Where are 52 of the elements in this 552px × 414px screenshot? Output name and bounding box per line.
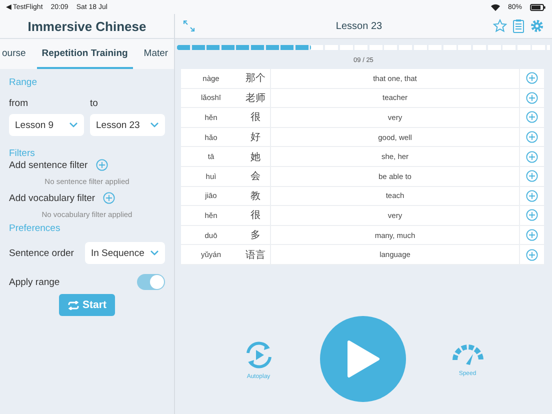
- add-icon[interactable]: [526, 209, 538, 222]
- tab[interactable]: Mater: [138, 39, 174, 69]
- field-label: Sentence order: [9, 248, 74, 258]
- add-icon[interactable]: [96, 159, 108, 171]
- hanzi-cell: 很: [241, 206, 271, 225]
- section-heading: Preferences: [9, 223, 62, 234]
- field-label: to: [90, 98, 99, 109]
- order-select[interactable]: In Sequence: [85, 242, 165, 264]
- toggle-switch[interactable]: [137, 274, 165, 290]
- hanzi-cell: 多: [241, 226, 271, 244]
- hanzi-cell: 很: [241, 108, 271, 127]
- collapse-icon[interactable]: [183, 20, 195, 32]
- hanzi-cell: 那个: [241, 69, 271, 88]
- hanzi-cell: 好: [241, 128, 271, 146]
- chevron-down-icon: [150, 250, 159, 256]
- chevron-down-icon: [69, 122, 78, 128]
- filter-label: Add sentence filter: [9, 160, 88, 170]
- lesson-title: Lesson 23: [334, 20, 384, 32]
- add-icon[interactable]: [526, 229, 538, 242]
- add-icon[interactable]: [526, 248, 538, 261]
- section-heading: Range: [9, 77, 38, 88]
- to-select[interactable]: Lesson 23: [90, 114, 165, 136]
- section-heading: Filters: [9, 148, 36, 159]
- hanzi-cell: 老师: [241, 88, 271, 108]
- add-icon[interactable]: [103, 192, 116, 204]
- hanzi-cell: 她: [241, 147, 271, 166]
- filter-label: Add vocabulary filter: [9, 192, 96, 204]
- field-label: Apply range: [9, 276, 60, 288]
- add-icon[interactable]: [526, 170, 538, 182]
- star-icon[interactable]: [493, 19, 507, 33]
- add-icon[interactable]: [526, 131, 538, 144]
- hanzi-cell: 语言: [241, 245, 271, 264]
- battery-icon: [530, 4, 546, 10]
- clipboard-icon[interactable]: [513, 19, 524, 33]
- play-icon: [346, 340, 380, 378]
- tab[interactable]: ourse: [0, 39, 31, 69]
- add-icon[interactable]: [526, 72, 538, 84]
- app-title: Immersive Chinese: [28, 18, 146, 34]
- repeat-icon: [68, 300, 79, 310]
- wifi-icon: [490, 4, 500, 10]
- hanzi-cell: 会: [241, 166, 271, 186]
- settings-icon[interactable]: [530, 19, 544, 33]
- chevron-down-icon: [150, 122, 159, 128]
- add-icon[interactable]: [526, 111, 538, 124]
- speedometer-icon: [450, 342, 484, 368]
- add-icon[interactable]: [526, 92, 538, 104]
- add-icon[interactable]: [526, 150, 538, 163]
- field-label: from: [9, 98, 29, 109]
- from-select[interactable]: Lesson 9: [9, 114, 84, 136]
- hanzi-cell: 教: [241, 186, 271, 206]
- tab[interactable]: Repetition Training: [36, 39, 133, 69]
- add-icon[interactable]: [526, 190, 538, 202]
